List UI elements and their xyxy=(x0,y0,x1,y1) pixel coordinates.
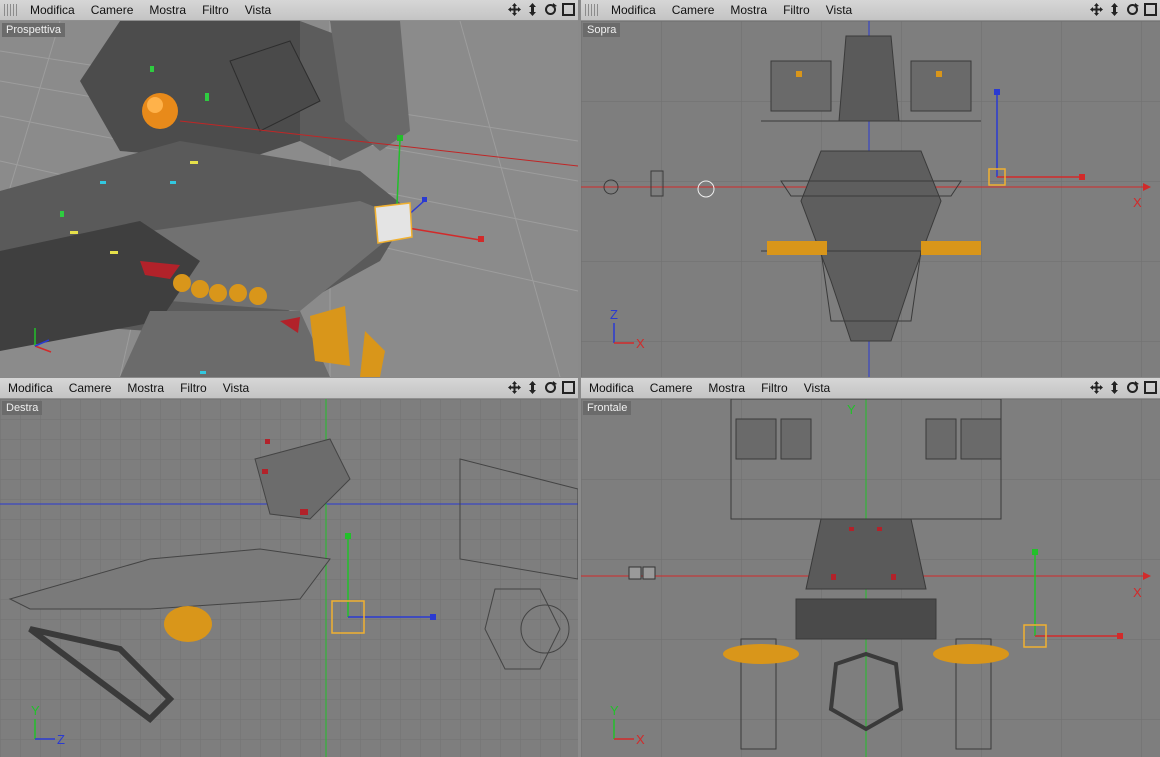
maximize-view-icon[interactable] xyxy=(561,380,576,395)
menu-modifica[interactable]: Modifica xyxy=(0,381,61,395)
move-view-icon[interactable] xyxy=(507,380,522,395)
viewport-label: Prospettiva xyxy=(2,23,66,37)
x-axis-label: X xyxy=(1133,195,1142,210)
menu-camere[interactable]: Camere xyxy=(642,381,701,395)
menu-camere[interactable]: Camere xyxy=(61,381,120,395)
menu-modifica[interactable]: Modifica xyxy=(581,381,642,395)
perspective-scene xyxy=(0,21,578,377)
menu-vista[interactable]: Vista xyxy=(818,3,860,17)
x-axis-label: X xyxy=(636,336,645,351)
maximize-view-icon[interactable] xyxy=(561,2,576,17)
y-axis-label: Y xyxy=(847,402,856,417)
move-view-icon[interactable] xyxy=(1089,380,1104,395)
zoom-view-icon[interactable] xyxy=(1107,2,1122,17)
grip-handle[interactable] xyxy=(4,4,18,16)
viewport-label: Frontale xyxy=(583,401,632,415)
menu-modifica[interactable]: Modifica xyxy=(22,3,83,17)
z-axis-label: Z xyxy=(57,732,65,747)
maximize-view-icon[interactable] xyxy=(1143,380,1158,395)
menu-filtro[interactable]: Filtro xyxy=(172,381,215,395)
menu-filtro[interactable]: Filtro xyxy=(194,3,237,17)
rotate-view-icon[interactable] xyxy=(543,2,558,17)
viewport-canvas[interactable]: Y Z Destra xyxy=(0,399,578,757)
move-view-icon[interactable] xyxy=(1089,2,1104,17)
rotate-view-icon[interactable] xyxy=(1125,2,1140,17)
zoom-view-icon[interactable] xyxy=(525,380,540,395)
front-scene: X Y Y X xyxy=(581,399,1160,757)
top-scene: X Z X xyxy=(581,21,1160,377)
x-axis-label: X xyxy=(1133,585,1142,600)
menu-filtro[interactable]: Filtro xyxy=(775,3,818,17)
menu-vista[interactable]: Vista xyxy=(215,381,257,395)
viewport-menubar: Modifica Camere Mostra Filtro Vista xyxy=(0,0,578,21)
viewport-right[interactable]: Modifica Camere Mostra Filtro Vista Y Z … xyxy=(0,378,578,757)
x-axis-label: X xyxy=(636,732,645,747)
menu-filtro[interactable]: Filtro xyxy=(753,381,796,395)
viewport-menubar: Modifica Camere Mostra Filtro Vista xyxy=(581,378,1160,399)
menu-vista[interactable]: Vista xyxy=(796,381,838,395)
menu-mostra[interactable]: Mostra xyxy=(119,381,172,395)
menu-camere[interactable]: Camere xyxy=(83,3,142,17)
spaceship-model xyxy=(0,21,410,377)
rotate-view-icon[interactable] xyxy=(543,380,558,395)
y-axis-label: Y xyxy=(31,703,40,718)
selected-object-gizmo xyxy=(374,135,484,244)
viewport-label: Sopra xyxy=(583,23,621,37)
menu-camere[interactable]: Camere xyxy=(664,3,723,17)
rotate-view-icon[interactable] xyxy=(1125,380,1140,395)
viewport-canvas[interactable]: Prospettiva xyxy=(0,21,578,377)
viewport-top[interactable]: Modifica Camere Mostra Filtro Vista X Z … xyxy=(581,0,1160,377)
y-axis-label: Y xyxy=(610,703,619,718)
menu-mostra[interactable]: Mostra xyxy=(700,381,753,395)
zoom-view-icon[interactable] xyxy=(525,2,540,17)
zoom-view-icon[interactable] xyxy=(1107,380,1122,395)
viewport-perspective[interactable]: Modifica Camere Mostra Filtro Vista Pros… xyxy=(0,0,578,377)
viewport-menubar: Modifica Camere Mostra Filtro Vista xyxy=(0,378,578,399)
z-axis-label: Z xyxy=(610,307,618,322)
menu-modifica[interactable]: Modifica xyxy=(603,3,664,17)
viewport-canvas[interactable]: X Y Y X Frontale xyxy=(581,399,1160,757)
viewport-front[interactable]: Modifica Camere Mostra Filtro Vista X Y xyxy=(581,378,1160,757)
viewport-canvas[interactable]: X Z X Sopra xyxy=(581,21,1160,377)
menu-mostra[interactable]: Mostra xyxy=(722,3,775,17)
right-scene: Y Z xyxy=(0,399,578,757)
grip-handle[interactable] xyxy=(585,4,599,16)
viewport-menubar: Modifica Camere Mostra Filtro Vista xyxy=(581,0,1160,21)
menu-mostra[interactable]: Mostra xyxy=(141,3,194,17)
menu-vista[interactable]: Vista xyxy=(237,3,279,17)
maximize-view-icon[interactable] xyxy=(1143,2,1158,17)
viewport-label: Destra xyxy=(2,401,43,415)
move-view-icon[interactable] xyxy=(507,2,522,17)
